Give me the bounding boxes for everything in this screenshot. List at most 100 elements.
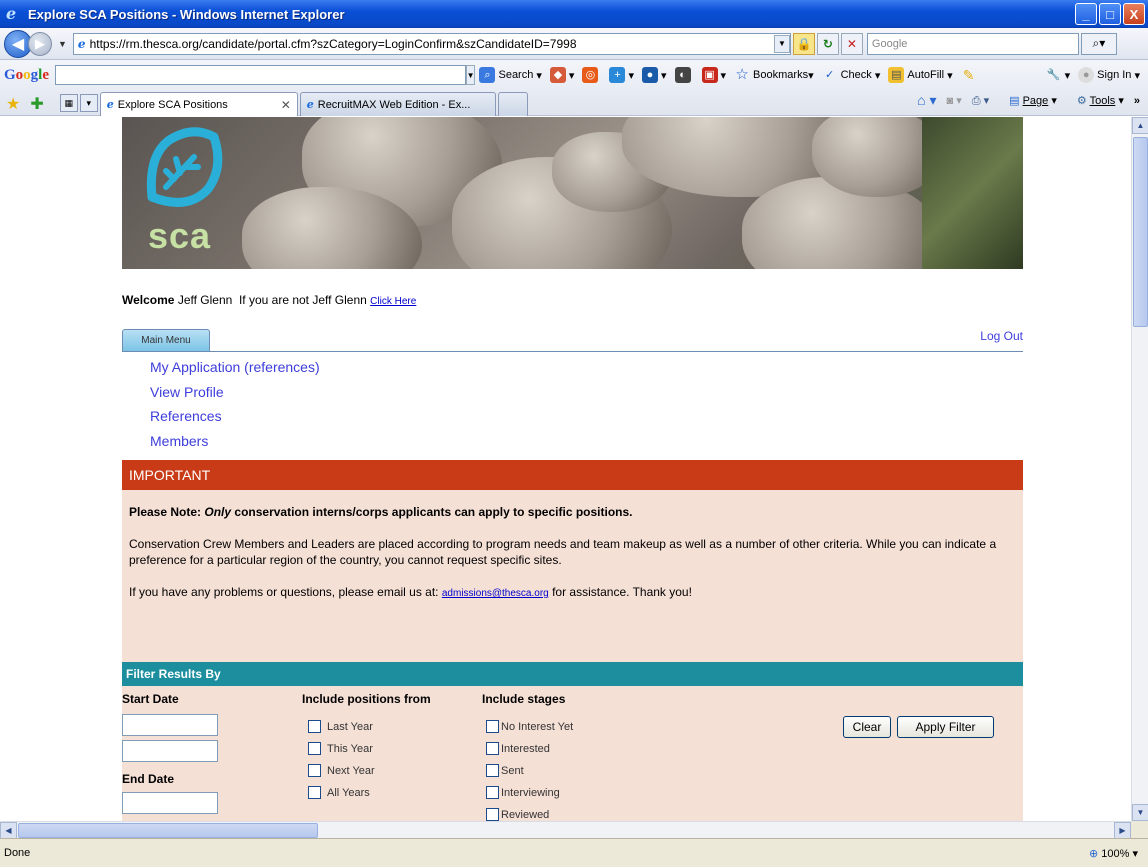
spellcheck-button[interactable]: ✓ Check ▾ bbox=[822, 67, 880, 83]
feeds-icon[interactable]: ◙ ▾ bbox=[947, 94, 962, 107]
vertical-scrollbar[interactable]: ▲ ▼ bbox=[1131, 117, 1148, 821]
maximize-button[interactable]: □ bbox=[1099, 3, 1121, 25]
bookmarks-button[interactable]: ☆ Bookmarks ▾ bbox=[734, 67, 813, 83]
tab-recruitmax[interactable]: e RecruitMAX Web Edition - Ex... bbox=[299, 92, 496, 116]
checkbox-this-year[interactable]: This Year bbox=[308, 742, 373, 755]
checkbox-icon bbox=[308, 786, 321, 799]
checkbox-label: Reviewed bbox=[501, 808, 550, 821]
settings-button[interactable]: 🔧 ▾ bbox=[1046, 67, 1070, 83]
scroll-down-icon[interactable]: ▼ bbox=[1132, 804, 1148, 821]
sca-leaf-icon bbox=[146, 127, 223, 207]
contact-paragraph: If you have any problems or questions, p… bbox=[129, 584, 1016, 602]
dell-button[interactable]: ● ▾ bbox=[641, 67, 667, 83]
scroll-up-icon[interactable]: ▲ bbox=[1132, 117, 1148, 134]
checkbox-label: Sent bbox=[501, 764, 524, 777]
page-icon: e bbox=[77, 36, 86, 51]
autofill-icon: ▤ bbox=[888, 67, 905, 83]
tab-label: Explore SCA Positions bbox=[117, 98, 228, 111]
checkbox-next-year[interactable]: Next Year bbox=[308, 764, 375, 777]
page-viewport: sca Welcome Jeff Glenn If you are not Je… bbox=[0, 117, 1131, 821]
not-you-text: If you are not Jeff Glenn bbox=[238, 293, 367, 307]
menu-link-references[interactable]: References bbox=[150, 408, 320, 433]
horizontal-scrollbar[interactable]: ◀ ▶ bbox=[0, 821, 1131, 839]
horizontal-scroll-thumb[interactable] bbox=[18, 823, 318, 838]
dell-icon: ● bbox=[641, 67, 658, 83]
tab-list-icon[interactable]: ▾ bbox=[79, 94, 98, 112]
page-icon: ▤ bbox=[1009, 95, 1020, 107]
sign-in-label: Sign In bbox=[1097, 69, 1132, 81]
close-tab-icon[interactable]: ✕ bbox=[281, 98, 291, 112]
start-date-input[interactable] bbox=[122, 714, 218, 736]
status-bar: Done ⊕ 100% ▾ bbox=[0, 838, 1148, 867]
status-text: Done bbox=[4, 847, 31, 859]
print-icon[interactable]: ⎙ ▾ bbox=[972, 94, 989, 108]
minimize-button[interactable]: _ bbox=[1075, 3, 1097, 25]
tab-explore-sca[interactable]: e Explore SCA Positions ✕ bbox=[99, 92, 298, 116]
stages-title: Include stages bbox=[482, 692, 566, 706]
checkbox-last-year[interactable]: Last Year bbox=[308, 720, 373, 733]
zoom-control[interactable]: ⊕ 100% ▾ bbox=[1089, 847, 1138, 860]
scroll-left-icon[interactable]: ◀ bbox=[0, 822, 17, 839]
start-date-input-2[interactable] bbox=[122, 740, 218, 762]
checkbox-reviewed[interactable]: Reviewed bbox=[486, 808, 549, 821]
clear-button[interactable]: Clear bbox=[843, 716, 891, 738]
forward-button[interactable]: ▶ bbox=[28, 31, 52, 56]
checkbox-icon bbox=[486, 720, 499, 733]
important-title: IMPORTANT bbox=[122, 460, 1023, 490]
stop-icon[interactable]: ✕ bbox=[840, 32, 863, 55]
checkbox-all-years[interactable]: All Years bbox=[308, 786, 370, 799]
page-menu-button[interactable]: ▤ Page ▾ bbox=[999, 94, 1057, 107]
url-field[interactable]: e https://rm.thesca.org/candidate/portal… bbox=[72, 32, 791, 55]
favorites-star-icon[interactable]: ★ bbox=[6, 94, 20, 116]
checkbox-label: No Interest Yet bbox=[501, 720, 574, 733]
scroll-right-icon[interactable]: ▶ bbox=[1114, 822, 1131, 839]
picasa-button[interactable]: ◎ bbox=[582, 67, 601, 83]
popup-blocker-button[interactable]: ▣ ▾ bbox=[701, 67, 726, 83]
sca-logo[interactable]: sca bbox=[142, 127, 228, 256]
log-out-link[interactable]: Log Out bbox=[980, 329, 1023, 343]
news-button[interactable]: ◆ ▾ bbox=[549, 67, 574, 83]
apply-filter-button[interactable]: Apply Filter bbox=[897, 716, 994, 738]
click-here-link[interactable]: Click Here bbox=[370, 296, 416, 307]
google-search-dropdown-icon[interactable]: ▼ bbox=[465, 65, 476, 85]
autofill-button[interactable]: ▤ AutoFill ▾ bbox=[888, 67, 953, 83]
sign-in-icon: ● bbox=[1078, 67, 1095, 83]
menu-link-view-profile[interactable]: View Profile bbox=[150, 384, 320, 409]
email-link[interactable]: admissions@thesca.org bbox=[442, 588, 549, 599]
google-logo: Google bbox=[4, 66, 50, 83]
menu-link-members[interactable]: Members bbox=[150, 433, 320, 458]
gtalk-button[interactable]: ◐ bbox=[674, 67, 694, 83]
lock-icon[interactable]: 🔒 bbox=[792, 32, 815, 55]
highlight-button[interactable]: ✎ bbox=[961, 67, 980, 83]
checkbox-interviewing[interactable]: Interviewing bbox=[486, 786, 560, 799]
google-toolbar: Google ▼ ⌕ Search ▾ ◆ ▾ ◎ + ▾ ● ▾ ◐ ▣ ▾ ☆ Book… bbox=[0, 60, 1148, 116]
close-button[interactable]: X bbox=[1123, 3, 1145, 25]
main-menu-tab[interactable]: Main Menu bbox=[122, 329, 210, 351]
chevron-more-icon[interactable]: » bbox=[1134, 95, 1140, 107]
checkbox-icon bbox=[308, 720, 321, 733]
search-input[interactable]: Google bbox=[866, 32, 1079, 55]
end-date-input[interactable] bbox=[122, 792, 218, 814]
positions-title: Include positions from bbox=[302, 692, 431, 706]
tab-ie-icon: e bbox=[106, 98, 114, 111]
url-dropdown-icon[interactable]: ▼ bbox=[773, 34, 790, 53]
history-dropdown-icon[interactable]: ▼ bbox=[58, 39, 67, 49]
checkbox-sent[interactable]: Sent bbox=[486, 764, 524, 777]
sign-in-button[interactable]: ● Sign In ▾ bbox=[1078, 67, 1140, 83]
home-icon[interactable]: ⌂ ▾ bbox=[917, 92, 936, 109]
checkbox-interested[interactable]: Interested bbox=[486, 742, 550, 755]
refresh-icon[interactable]: ↻ bbox=[816, 32, 839, 55]
menu-link-my-application[interactable]: My Application (references) bbox=[150, 359, 320, 384]
checkbox-no-interest[interactable]: No Interest Yet bbox=[486, 720, 573, 733]
add-favorites-icon[interactable]: ✚ bbox=[30, 94, 43, 116]
google-search-input[interactable] bbox=[55, 65, 466, 85]
quick-tabs-icon[interactable]: ▦ bbox=[59, 94, 78, 112]
health-button[interactable]: + ▾ bbox=[609, 67, 634, 83]
google-search-button[interactable]: ⌕ Search ▾ bbox=[479, 67, 542, 83]
contact-suffix: for assistance. Thank you! bbox=[552, 585, 692, 599]
search-button-icon[interactable]: ⌕▾ bbox=[1080, 32, 1117, 55]
vertical-scroll-thumb[interactable] bbox=[1133, 137, 1148, 327]
tools-menu-button[interactable]: ⚙ Tools ▾ bbox=[1067, 94, 1124, 107]
command-bar: ⌂ ▾ ◙ ▾ ⎙ ▾ ▤ Page ▾ ⚙ Tools ▾ » bbox=[907, 92, 1140, 109]
new-tab-button[interactable] bbox=[497, 92, 528, 116]
